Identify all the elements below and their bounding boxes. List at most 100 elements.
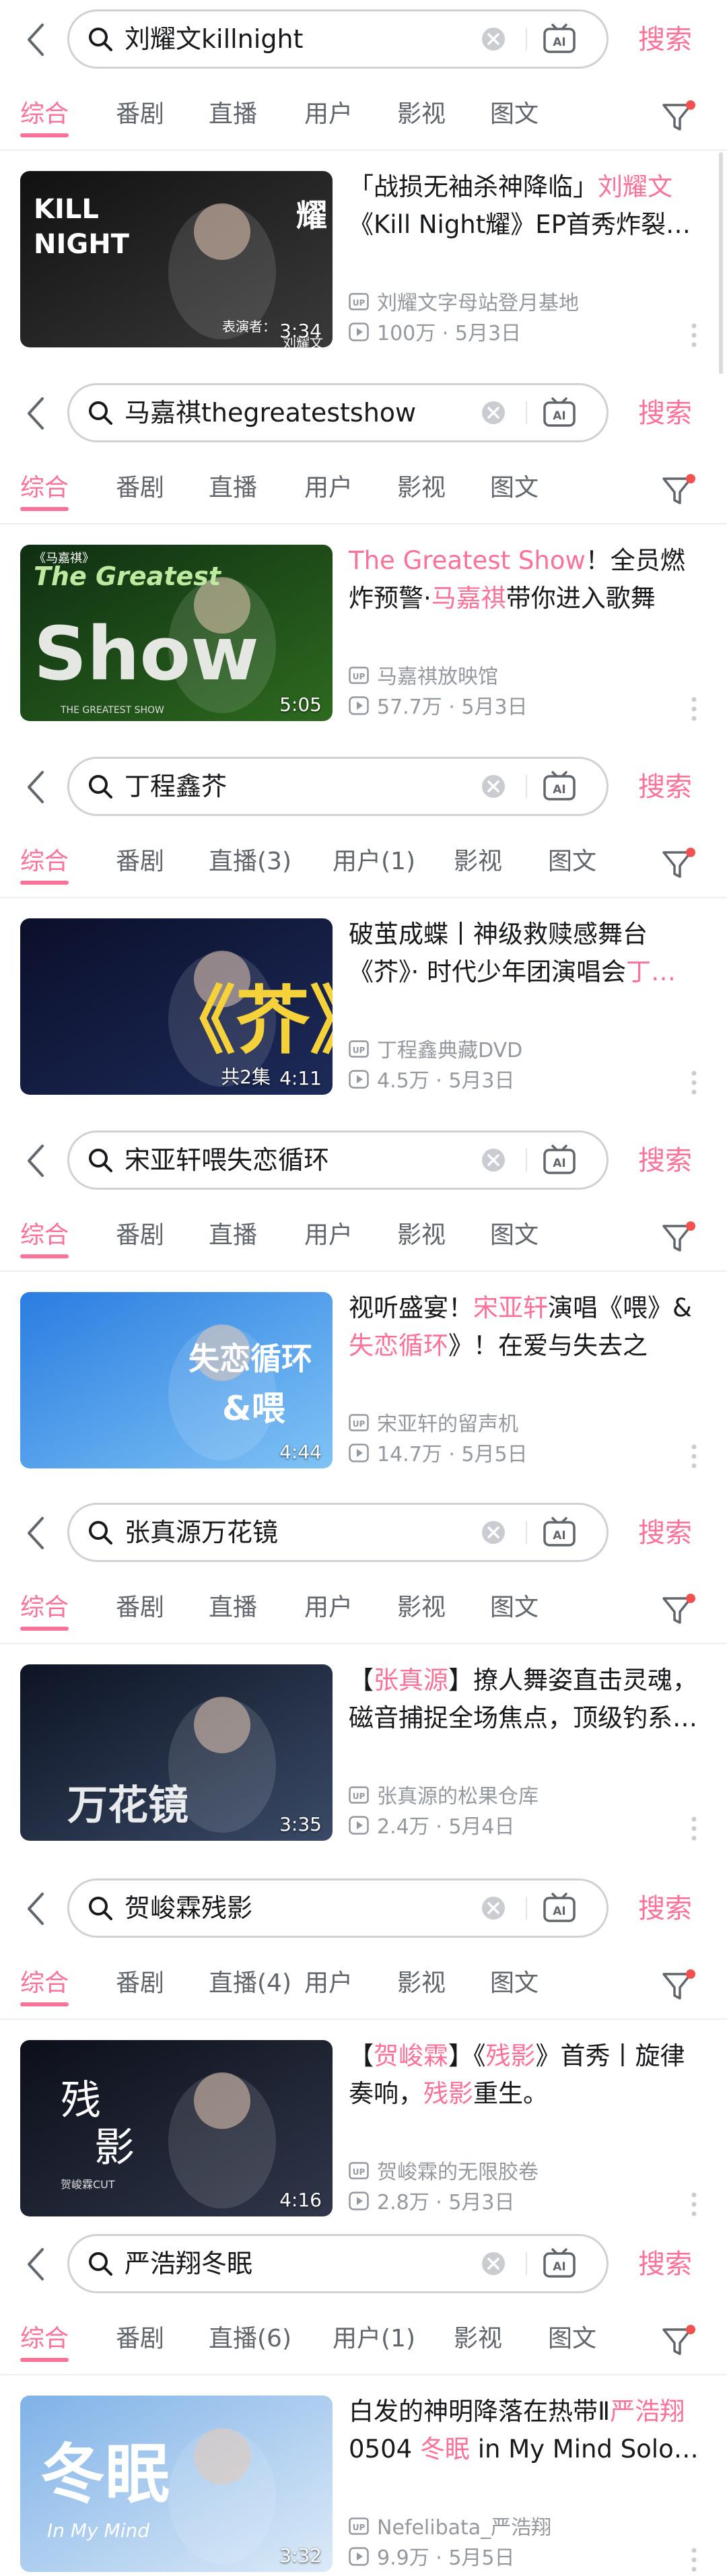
more-options-icon[interactable] bbox=[691, 1443, 697, 1470]
tab-0[interactable]: 综合 bbox=[20, 2304, 69, 2374]
search-query[interactable]: 马嘉祺thegreatestshow bbox=[125, 385, 416, 440]
uploader-row[interactable]: UP 宋亚轩的留声机 bbox=[349, 1407, 518, 1437]
search-query[interactable]: 严浩翔冬眠 bbox=[125, 2236, 252, 2291]
search-input[interactable]: 马嘉祺thegreatestshow AI bbox=[67, 383, 609, 442]
clear-icon[interactable] bbox=[480, 2250, 507, 2277]
more-options-icon[interactable] bbox=[691, 2546, 697, 2573]
ai-assistant-icon[interactable]: AI bbox=[542, 1143, 577, 1177]
ai-assistant-icon[interactable]: AI bbox=[542, 2247, 577, 2280]
tab-2[interactable]: 直播(6) bbox=[209, 2304, 291, 2374]
uploader-row[interactable]: UP Nefelibata_严浩翔 bbox=[349, 2511, 551, 2540]
tab-3[interactable]: 用户(1) bbox=[333, 2304, 415, 2374]
video-title[interactable]: 视听盛宴！宋亚轩演唱《喂》&失恋循环》！在爱与失去之间，… bbox=[349, 1289, 699, 1365]
video-thumbnail[interactable]: 《芥》共2集 4:11 bbox=[20, 918, 333, 1095]
uploader-row[interactable]: UP 张真源的松果仓库 bbox=[349, 1780, 539, 1809]
search-input[interactable]: 张真源万花镜 AI bbox=[67, 1503, 609, 1562]
search-query[interactable]: 张真源万花镜 bbox=[125, 1505, 278, 1560]
search-input[interactable]: 丁程鑫芥 AI bbox=[67, 757, 609, 816]
ai-assistant-icon[interactable]: AI bbox=[542, 22, 577, 56]
search-query[interactable]: 丁程鑫芥 bbox=[125, 759, 227, 814]
tab-0[interactable]: 综合 bbox=[20, 1200, 69, 1270]
ai-assistant-icon[interactable]: AI bbox=[542, 770, 577, 803]
search-query[interactable]: 贺峻霖残影 bbox=[125, 1880, 252, 1936]
tab-1[interactable]: 番剧 bbox=[116, 2304, 164, 2374]
scrollbar[interactable] bbox=[719, 152, 723, 374]
clear-icon[interactable] bbox=[480, 1147, 507, 1174]
tab-1[interactable]: 番剧 bbox=[116, 1200, 164, 1270]
video-thumbnail[interactable]: 冬眠 In My Mind 3:32 bbox=[20, 2396, 333, 2572]
ai-assistant-icon[interactable]: AI bbox=[542, 1891, 577, 1925]
tab-5[interactable]: 图文 bbox=[490, 79, 539, 149]
video-thumbnail[interactable]: KILL NIGHT 耀表演者： 刘耀文 3:34 bbox=[20, 171, 333, 347]
tab-2[interactable]: 直播 bbox=[209, 453, 257, 523]
search-button[interactable]: 搜索 bbox=[638, 0, 692, 79]
back-arrow-icon[interactable] bbox=[20, 769, 50, 805]
video-thumbnail[interactable]: 失恋循环 &喂 4:44 bbox=[20, 1292, 333, 1468]
filter-icon[interactable] bbox=[660, 846, 697, 882]
clear-icon[interactable] bbox=[480, 1519, 507, 1546]
uploader-row[interactable]: UP 贺峻霖的无限胶卷 bbox=[349, 2155, 539, 2185]
back-arrow-icon[interactable] bbox=[20, 395, 50, 432]
tab-3[interactable]: 用户 bbox=[304, 453, 353, 523]
tab-3[interactable]: 用户 bbox=[304, 1200, 353, 1270]
search-button[interactable]: 搜索 bbox=[638, 374, 692, 453]
back-arrow-icon[interactable] bbox=[20, 1891, 50, 1927]
search-input[interactable]: 刘耀文killnight AI bbox=[67, 9, 609, 69]
search-query[interactable]: 宋亚轩喂失恋循环 bbox=[125, 1132, 329, 1188]
tab-5[interactable]: 图文 bbox=[490, 1948, 539, 2019]
filter-icon[interactable] bbox=[660, 1592, 697, 1628]
filter-icon[interactable] bbox=[660, 472, 697, 508]
more-options-icon[interactable] bbox=[691, 2191, 697, 2218]
search-button[interactable]: 搜索 bbox=[638, 1869, 692, 1948]
tab-4[interactable]: 影视 bbox=[454, 827, 502, 897]
tab-3[interactable]: 用户 bbox=[304, 79, 353, 149]
video-title[interactable]: 「战损无袖杀神降临」刘耀文《Kill Night耀》EP首秀炸裂… bbox=[349, 168, 699, 244]
video-title[interactable]: 破茧成蝶丨神级救赎感舞台《芥》· 时代少年团演唱会丁… bbox=[349, 916, 699, 991]
tab-1[interactable]: 番剧 bbox=[116, 79, 164, 149]
ai-assistant-icon[interactable]: AI bbox=[542, 396, 577, 430]
tab-3[interactable]: 用户 bbox=[304, 1573, 353, 1643]
back-arrow-icon[interactable] bbox=[20, 1143, 50, 1179]
tab-4[interactable]: 影视 bbox=[397, 79, 446, 149]
tab-1[interactable]: 番剧 bbox=[116, 453, 164, 523]
clear-icon[interactable] bbox=[480, 399, 507, 426]
tab-4[interactable]: 影视 bbox=[454, 2304, 502, 2374]
tab-4[interactable]: 影视 bbox=[397, 1948, 446, 2019]
tab-5[interactable]: 图文 bbox=[490, 453, 539, 523]
tab-4[interactable]: 影视 bbox=[397, 1200, 446, 1270]
tab-2[interactable]: 直播 bbox=[209, 1573, 257, 1643]
tab-2[interactable]: 直播 bbox=[209, 1200, 257, 1270]
ai-assistant-icon[interactable]: AI bbox=[542, 1516, 577, 1549]
search-input[interactable]: 严浩翔冬眠 AI bbox=[67, 2234, 609, 2293]
clear-icon[interactable] bbox=[480, 1895, 507, 1922]
tab-1[interactable]: 番剧 bbox=[116, 827, 164, 897]
search-input[interactable]: 贺峻霖残影 AI bbox=[67, 1878, 609, 1938]
video-thumbnail[interactable]: 残影贺峻霖CUT 4:16 bbox=[20, 2040, 333, 2216]
filter-icon[interactable] bbox=[660, 2323, 697, 2359]
clear-icon[interactable] bbox=[480, 773, 507, 800]
tab-0[interactable]: 综合 bbox=[20, 1948, 69, 2019]
tab-5[interactable]: 图文 bbox=[548, 827, 596, 897]
tab-2[interactable]: 直播(4) bbox=[209, 1948, 291, 2019]
uploader-row[interactable]: UP 马嘉祺放映馆 bbox=[349, 660, 498, 689]
search-button[interactable]: 搜索 bbox=[638, 2225, 692, 2304]
tab-1[interactable]: 番剧 bbox=[116, 1948, 164, 2019]
uploader-row[interactable]: UP 丁程鑫典藏DVD bbox=[349, 1033, 522, 1063]
search-button[interactable]: 搜索 bbox=[638, 747, 692, 827]
more-options-icon[interactable] bbox=[691, 322, 697, 349]
tab-2[interactable]: 直播(3) bbox=[209, 827, 291, 897]
back-arrow-icon[interactable] bbox=[20, 2246, 50, 2282]
tab-2[interactable]: 直播 bbox=[209, 79, 257, 149]
tab-1[interactable]: 番剧 bbox=[116, 1573, 164, 1643]
tab-0[interactable]: 综合 bbox=[20, 79, 69, 149]
filter-icon[interactable] bbox=[660, 98, 697, 135]
tab-4[interactable]: 影视 bbox=[397, 453, 446, 523]
search-button[interactable]: 搜索 bbox=[638, 1493, 692, 1573]
tab-0[interactable]: 综合 bbox=[20, 1573, 69, 1643]
video-title[interactable]: 【贺峻霖】《残影》首秀丨旋律奏响，残影重生。 bbox=[349, 2037, 699, 2113]
back-arrow-icon[interactable] bbox=[20, 1515, 50, 1551]
tab-3[interactable]: 用户(1) bbox=[333, 827, 415, 897]
tab-5[interactable]: 图文 bbox=[490, 1200, 539, 1270]
uploader-row[interactable]: UP 刘耀文字母站登月基地 bbox=[349, 286, 579, 316]
video-title[interactable]: The Greatest Show！全员燃炸预警·马嘉祺带你进入歌舞交… bbox=[349, 542, 699, 617]
